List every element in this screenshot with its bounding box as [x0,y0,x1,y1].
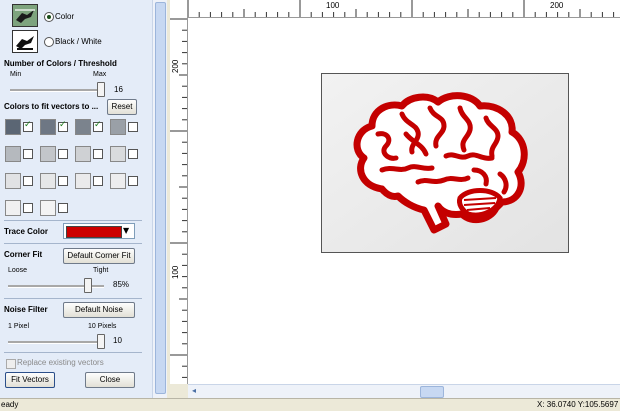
ruler-label-100v: 100 [171,265,180,279]
fit-vectors-button[interactable]: Fit Vectors [5,372,55,388]
color-swatch [75,146,91,162]
swatch-checkbox[interactable] [128,122,138,132]
color-swatch [40,200,56,216]
separator [4,298,142,299]
bw-mode-thumbnail[interactable] [12,30,38,53]
corner-fit-slider-handle[interactable] [83,278,92,293]
swatch-checkbox[interactable] [58,203,68,213]
color-swatch [110,119,126,135]
noise-slider-track[interactable] [8,341,104,344]
noise-filter-title: Noise Filter [4,305,48,314]
separator [4,220,142,221]
color-swatch [5,173,21,189]
colors-value: 16 [114,85,123,94]
status-text: eady [1,400,19,409]
panel-scrollbar-thumb[interactable] [155,2,166,394]
color-mode-radio[interactable] [44,12,54,22]
trace-color-dropdown[interactable]: ▼ [63,223,135,239]
noise-value: 10 [113,336,122,345]
separator [4,352,142,353]
replace-vectors-label: Replace existing vectors [17,358,104,367]
color-swatch [5,146,21,162]
bitmap-image[interactable] [321,73,569,253]
trace-color-label: Trace Color [4,227,49,236]
color-swatch [40,119,56,135]
ten-pixels-label: 10 Pixels [88,323,117,330]
chevron-down-icon[interactable]: ▼ [123,226,129,235]
close-button[interactable]: Close [85,372,135,388]
color-swatch [110,173,126,189]
eagle-bw-icon [13,31,37,52]
bitmap-trace-panel: Color Black / White Number of Colors / T… [0,0,152,398]
color-swatch [75,119,91,135]
color-mode-label: Color [55,12,75,21]
cursor-coordinates: X: 36.0740 Y:105.5697 [537,400,619,409]
color-swatch [40,173,56,189]
swatch-checkbox[interactable] [58,176,68,186]
brain-bitmap-icon [322,74,568,252]
ruler-label-200: 200 [550,1,564,10]
colors-threshold-title: Number of Colors / Threshold [4,59,117,68]
default-corner-fit-button[interactable]: Default Corner Fit [63,248,135,264]
eagle-color-icon [13,5,37,26]
ruler-label-200v: 200 [171,59,180,73]
status-bar: eady X: 36.0740 Y:105.5697 [0,398,620,411]
horizontal-ruler: 100 200 [170,0,620,18]
swatch-checkbox[interactable] [128,149,138,159]
bw-mode-radio[interactable] [44,37,54,47]
loose-label: Loose [8,267,28,274]
color-swatch [5,119,21,135]
swatch-checkbox[interactable] [58,149,68,159]
ruler-label-100: 100 [326,1,340,10]
canvas-horizontal-scrollbar[interactable]: ◂ [188,384,620,398]
swatch-checkbox[interactable] [23,176,33,186]
separator [4,243,142,244]
tight-label: Tight [93,267,109,274]
scroll-left-icon[interactable]: ◂ [189,386,199,396]
colors-slider-handle[interactable] [97,82,105,97]
swatch-checkbox[interactable] [93,176,103,186]
vertical-ruler: 200 100 [170,17,188,384]
drawing-canvas[interactable] [188,18,620,384]
min-label: Min [10,71,22,78]
ruler-corner [170,0,188,18]
corner-fit-title: Corner Fit [4,250,43,259]
reset-button[interactable]: Reset [107,99,137,115]
swatch-checkbox[interactable] [23,149,33,159]
max-label: Max [93,71,107,78]
color-swatch [110,146,126,162]
swatch-checkbox[interactable] [128,176,138,186]
swatch-checkbox[interactable] [58,120,68,132]
swatch-checkbox[interactable] [23,120,33,132]
color-swatch [40,146,56,162]
swatch-checkbox[interactable] [93,120,103,132]
noise-slider-handle[interactable] [97,334,105,349]
fit-colors-title: Colors to fit vectors to ... [4,102,99,111]
color-mode-thumbnail[interactable] [12,4,38,27]
panel-scrollbar[interactable] [152,0,167,398]
swatch-checkbox[interactable] [93,149,103,159]
corner-fit-value: 85% [113,280,130,289]
one-pixel-label: 1 Pixel [8,323,30,330]
trace-color-swatch [66,226,122,238]
colors-slider-track[interactable] [10,89,104,92]
horizontal-scrollbar-thumb[interactable] [420,386,444,398]
swatch-checkbox[interactable] [23,203,33,213]
bw-mode-label: Black / White [55,37,102,46]
default-noise-button[interactable]: Default Noise [63,302,135,318]
color-swatch [75,173,91,189]
replace-vectors-checkbox[interactable] [6,359,16,369]
color-swatch [5,200,21,216]
